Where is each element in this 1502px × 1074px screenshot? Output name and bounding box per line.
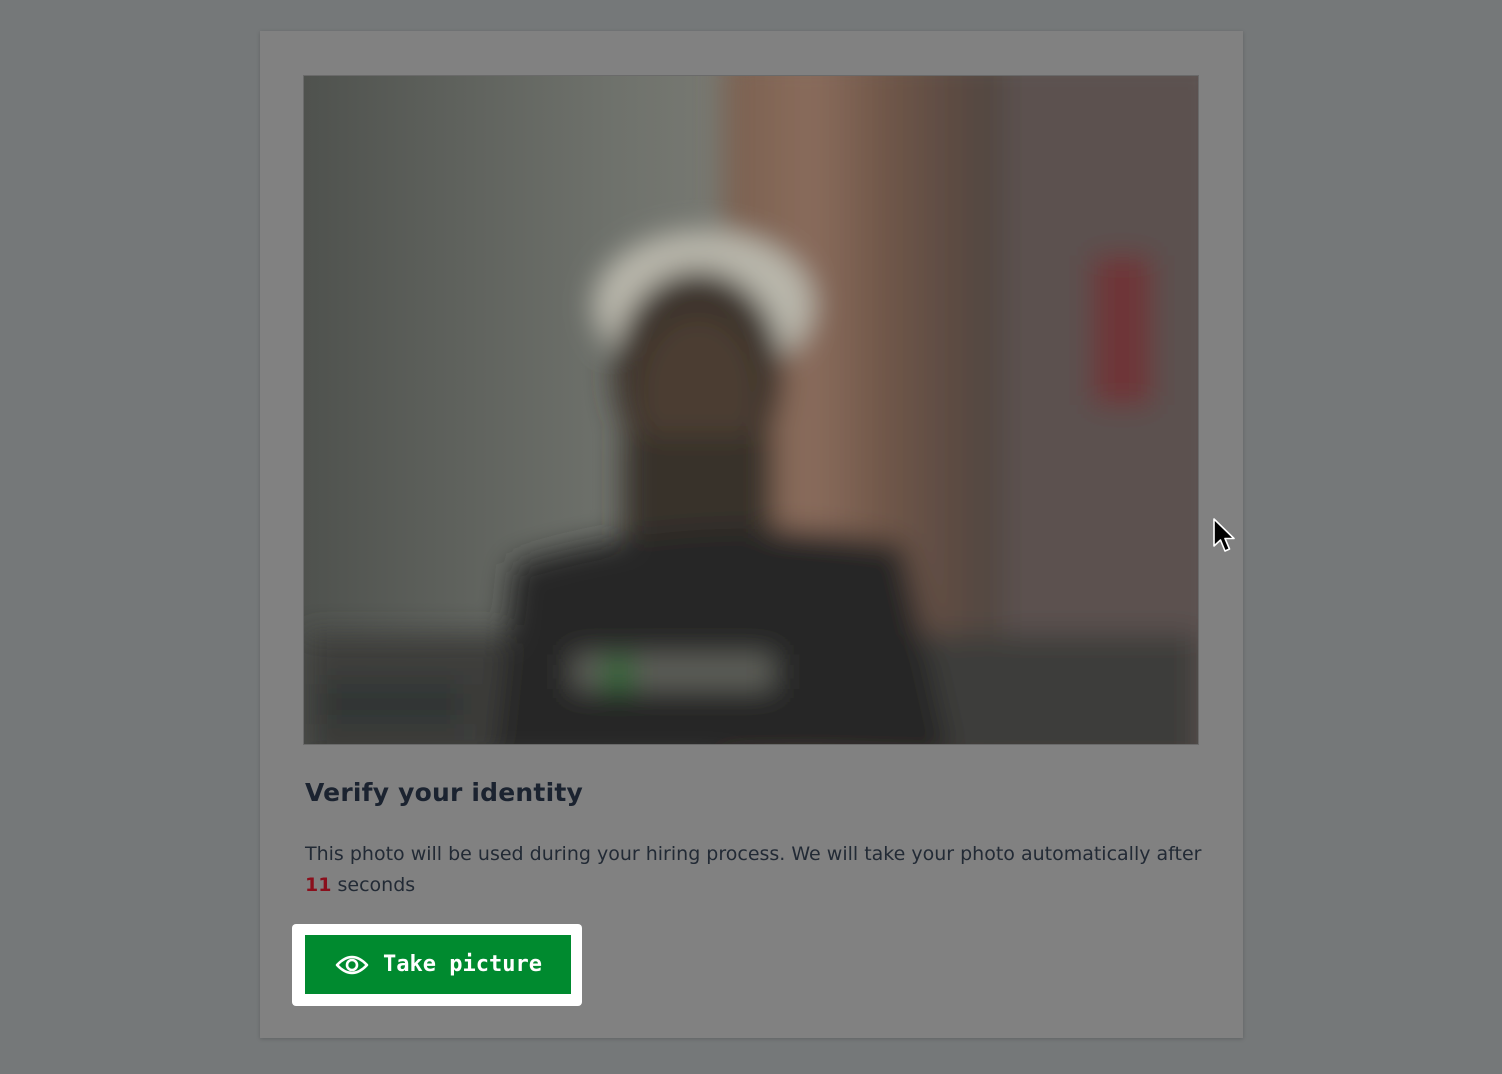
camera-preview xyxy=(303,75,1199,745)
identity-verification-modal: Verify your identity This photo will be … xyxy=(260,31,1243,1038)
description-suffix: seconds xyxy=(331,874,416,896)
mouse-cursor-icon xyxy=(1213,518,1235,552)
take-picture-button[interactable]: Take picture xyxy=(305,935,571,994)
eye-icon xyxy=(335,955,369,974)
description-text: This photo will be used during your hiri… xyxy=(305,843,1202,865)
countdown-seconds: 11 xyxy=(305,874,332,896)
webcam-feed-image xyxy=(304,76,1198,744)
take-picture-focus-ring: Take picture xyxy=(292,924,582,1006)
take-picture-label: Take picture xyxy=(383,952,542,977)
page-title: Verify your identity xyxy=(305,778,583,807)
verification-description: This photo will be used during your hiri… xyxy=(305,839,1205,901)
